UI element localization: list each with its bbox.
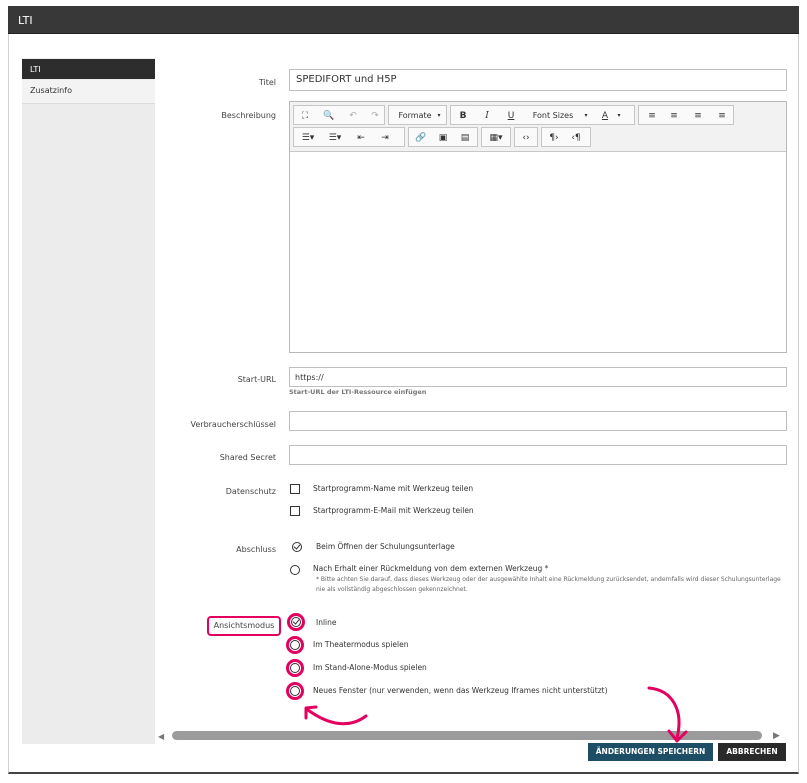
scroll-right-arrow-icon[interactable]: ▶	[773, 731, 780, 741]
start-url-label: Start-URL	[237, 375, 276, 384]
completion-label: Abschluss	[236, 545, 276, 554]
bullet-list-icon[interactable]: ☰▾	[297, 131, 319, 145]
view-mode-inline-label: Inline	[316, 618, 337, 627]
completion-on-feedback-radio[interactable]	[290, 565, 300, 575]
view-mode-theater-label: Im Theatermodus spielen	[313, 640, 409, 649]
align-right-icon[interactable]: ≡	[691, 109, 705, 123]
image-icon[interactable]: ▣	[436, 131, 450, 145]
rich-text-editor: ⛶ 🔍 ↶ ↷ Formate ▾ B I U Font Sizes ▾ A ▾…	[289, 101, 787, 353]
toolbar-group-insert: 🔗 ▣ ▤	[408, 127, 478, 147]
window-title: LTI	[18, 14, 33, 27]
completion-on-feedback-label: Nach Erhalt einer Rückmeldung von dem ex…	[313, 564, 549, 573]
ltr-icon[interactable]: ¶›	[546, 131, 562, 145]
consumer-key-input[interactable]	[289, 411, 787, 431]
indent-icon[interactable]: ⇥	[378, 131, 392, 145]
share-email-checkbox[interactable]	[290, 506, 300, 516]
horizontal-scrollbar[interactable]	[172, 731, 762, 740]
sidebar: LTI Zusatzinfo	[22, 58, 155, 744]
chevron-down-icon: ▾	[437, 112, 441, 119]
toolbar-group-text: B I U Font Sizes ▾ A ▾	[450, 105, 635, 125]
formats-dropdown[interactable]: Formate	[395, 109, 435, 123]
completion-on-open-label: Beim Öffnen der Schulungsunterlage	[316, 542, 455, 551]
chevron-down-icon: ▾	[584, 112, 588, 119]
table-icon[interactable]: ▦▾	[485, 131, 507, 145]
toolbar-group-table: ▦▾	[481, 127, 511, 147]
find-replace-icon[interactable]: 🔍	[322, 109, 336, 123]
toolbar-group-formats: Formate ▾	[388, 105, 447, 125]
window-titlebar: LTI	[8, 6, 799, 34]
chevron-down-icon: ▾	[617, 112, 621, 119]
toolbar-group-view: ⛶ 🔍 ↶ ↷	[293, 105, 385, 125]
editor-content-area[interactable]	[290, 153, 786, 352]
start-url-input[interactable]: https://	[289, 367, 787, 387]
completion-note: * Bitte achten Sie darauf, dass dieses W…	[316, 576, 781, 593]
scroll-left-arrow-icon[interactable]: ◀	[158, 732, 164, 741]
view-mode-standalone-label: Im Stand-Alone-Modus spielen	[313, 663, 427, 672]
start-url-hint: Start-URL der LTI-Ressource einfügen	[289, 388, 427, 396]
view-mode-theater-radio[interactable]	[290, 640, 300, 650]
save-changes-button[interactable]: ÄNDERUNGEN SPEICHERN	[588, 743, 713, 761]
toolbar-group-direction: ¶› ‹¶	[541, 127, 591, 147]
align-left-icon[interactable]: ≡	[645, 109, 659, 123]
toolbar-group-lists: ☰▾ ☰▾ ⇤ ⇥	[293, 127, 405, 147]
share-email-label: Startprogramm-E-Mail mit Werkzeug teilen	[313, 506, 474, 515]
consumer-key-label: Verbraucherschlüssel	[190, 420, 277, 429]
sidebar-item-lti[interactable]: LTI	[22, 59, 155, 79]
view-mode-inline-radio[interactable]	[291, 617, 301, 627]
view-mode-new-window-label: Neues Fenster (nur verwenden, wenn das W…	[313, 686, 608, 695]
bold-button[interactable]: B	[457, 109, 469, 123]
redo-icon[interactable]: ↷	[368, 109, 382, 123]
code-icon[interactable]: ‹›	[519, 131, 533, 145]
rtl-icon[interactable]: ‹¶	[568, 131, 584, 145]
title-label: Titel	[258, 78, 276, 87]
shared-secret-label: Shared Secret	[219, 453, 276, 462]
font-sizes-dropdown[interactable]: Font Sizes	[527, 109, 579, 123]
view-mode-standalone-radio[interactable]	[290, 663, 300, 673]
share-name-checkbox[interactable]	[290, 484, 300, 494]
align-justify-icon[interactable]: ≡	[715, 109, 729, 123]
toolbar-group-align: ≡ ≡ ≡ ≡	[638, 105, 734, 125]
completion-on-open-radio[interactable]	[292, 542, 302, 552]
fullscreen-icon[interactable]: ⛶	[298, 109, 312, 123]
underline-button[interactable]: U	[505, 109, 517, 123]
italic-button[interactable]: I	[481, 109, 493, 123]
align-center-icon[interactable]: ≡	[667, 109, 681, 123]
privacy-label: Datenschutz	[225, 487, 276, 496]
numbered-list-icon[interactable]: ☰▾	[324, 131, 346, 145]
link-icon[interactable]: 🔗	[414, 131, 428, 145]
description-label: Beschreibung	[221, 111, 276, 120]
shared-secret-input[interactable]	[289, 445, 787, 465]
view-mode-new-window-radio[interactable]	[290, 686, 300, 696]
undo-icon[interactable]: ↶	[346, 109, 360, 123]
toolbar-group-code: ‹›	[514, 127, 538, 147]
title-input[interactable]: SPEDIFORT und H5P	[289, 69, 787, 91]
text-color-button[interactable]: A	[599, 109, 611, 123]
sidebar-item-zusatzinfo[interactable]: Zusatzinfo	[22, 80, 155, 104]
cancel-button[interactable]: ABBRECHEN	[718, 743, 786, 761]
outdent-icon[interactable]: ⇤	[354, 131, 368, 145]
media-icon[interactable]: ▤	[458, 131, 472, 145]
share-name-label: Startprogramm-Name mit Werkzeug teilen	[313, 484, 474, 493]
view-mode-label: Ansichtsmodus	[207, 616, 281, 636]
